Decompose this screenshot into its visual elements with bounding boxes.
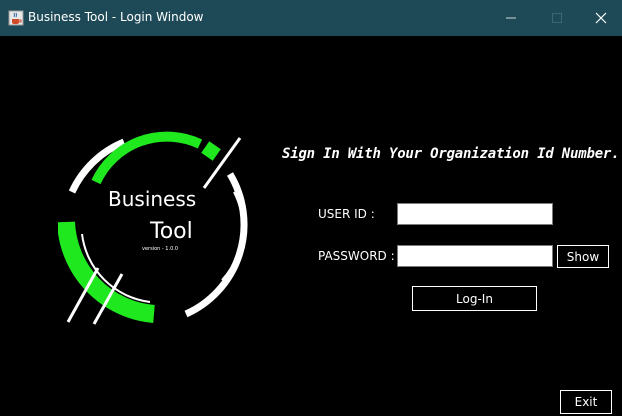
- minimize-icon: [506, 17, 516, 19]
- logo-green-top-arc: [91, 131, 203, 185]
- logo-green-square: [201, 141, 221, 161]
- password-input[interactable]: [397, 245, 553, 267]
- logo-text-business: Business: [108, 187, 196, 211]
- logo-version: version - 1.0.0: [142, 246, 178, 252]
- java-cup-icon: [8, 10, 24, 26]
- sign-in-heading: Sign In With Your Organization Id Number…: [282, 146, 620, 162]
- close-button[interactable]: [578, 0, 622, 36]
- password-label: PASSWORD :: [318, 249, 395, 263]
- login-button[interactable]: Log-In: [412, 286, 537, 311]
- userid-input[interactable]: [397, 203, 553, 225]
- show-password-button[interactable]: Show: [557, 245, 609, 268]
- maximize-icon: [552, 13, 562, 23]
- exit-button[interactable]: Exit: [560, 390, 612, 414]
- title-bar: Business Tool - Login Window: [0, 0, 622, 36]
- userid-label: USER ID :: [318, 207, 375, 221]
- logo-text-tool: Tool: [149, 219, 193, 244]
- logo-right-inner-arc: [221, 191, 244, 281]
- minimize-button[interactable]: [488, 0, 534, 36]
- close-icon: [595, 12, 607, 24]
- maximize-button[interactable]: [534, 0, 580, 36]
- business-tool-logo: Business Tool version - 1.0.0: [58, 131, 248, 325]
- window-title: Business Tool - Login Window: [28, 10, 204, 24]
